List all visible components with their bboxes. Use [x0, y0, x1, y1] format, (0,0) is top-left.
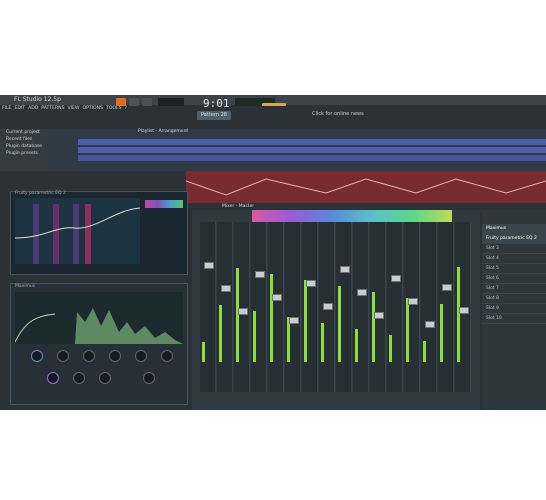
volume-fader[interactable] [238, 308, 248, 315]
knob[interactable] [47, 372, 59, 384]
pattern-selector[interactable]: Pattern 28 [197, 111, 231, 120]
playlist-clip[interactable] [78, 147, 546, 153]
maximus-plugin-name: Maximus [15, 284, 36, 289]
volume-fader[interactable] [442, 284, 452, 291]
effect-slot[interactable]: Slot 5 [482, 264, 546, 274]
volume-fader[interactable] [374, 312, 384, 319]
mixer-insert-strip[interactable] [234, 222, 250, 392]
mixer-insert-strip[interactable] [217, 222, 233, 392]
effect-slot[interactable]: Slot 8 [482, 294, 546, 304]
volume-fader[interactable] [408, 298, 418, 305]
fl-studio-window: FL Studio 12.5p FILE EDIT ADD PATTERNS V… [0, 95, 546, 410]
mixer-title: Mixer - Master [222, 204, 255, 209]
peak-meter [236, 268, 239, 362]
maximus-plugin: Maximus [10, 283, 188, 405]
volume-fader[interactable] [306, 280, 316, 287]
volume-fader[interactable] [391, 275, 401, 282]
knob[interactable] [31, 350, 43, 362]
knob[interactable] [83, 350, 95, 362]
mixer-insert-strip[interactable] [268, 222, 284, 392]
automation-clip[interactable] [185, 171, 546, 203]
parametric-eq-plugin: Fruity parametric EQ 2 [10, 191, 188, 275]
peak-meter [253, 311, 256, 362]
mixer-insert-strip[interactable] [251, 222, 267, 392]
knob[interactable] [143, 372, 155, 384]
peak-meter [440, 304, 443, 362]
mixer-insert-strip[interactable] [421, 222, 437, 392]
mixer-insert-strip[interactable] [370, 222, 386, 392]
knob[interactable] [57, 350, 69, 362]
peak-meter [457, 267, 460, 362]
mixer-insert-strip[interactable] [336, 222, 352, 392]
volume-fader[interactable] [425, 321, 435, 328]
volume-fader[interactable] [459, 307, 469, 314]
peak-meter [321, 323, 324, 362]
effects-slot-panel: Maximus Fruity parametric EQ 2 Slot 3 Sl… [482, 210, 546, 410]
volume-fader[interactable] [357, 289, 367, 296]
effect-slot[interactable]: Slot 10 [482, 314, 546, 324]
mixer-panel: Mixer - Master [192, 204, 480, 410]
online-news-text[interactable]: Click for online news [312, 111, 364, 117]
knob[interactable] [109, 350, 121, 362]
peak-meter [355, 329, 358, 362]
peak-meter [202, 342, 205, 362]
mixer-insert-colors [252, 210, 452, 222]
effect-slot[interactable]: Slot 7 [482, 284, 546, 294]
mixer-insert-strip[interactable] [302, 222, 318, 392]
knob[interactable] [73, 372, 85, 384]
mixer-insert-strip[interactable] [455, 222, 471, 392]
playlist-clip[interactable] [78, 139, 546, 145]
playlist-panel: Playlist - Arrangement [48, 129, 546, 171]
peak-meter [389, 335, 392, 362]
eq-display[interactable] [15, 198, 140, 264]
automation-curve [185, 178, 546, 196]
stop-button[interactable] [129, 98, 139, 106]
peak-meter [338, 286, 341, 362]
knob[interactable] [161, 350, 173, 362]
peak-meter [406, 298, 409, 362]
playlist-title: Playlist - Arrangement [138, 129, 189, 134]
song-position-display: 9:01 [203, 97, 230, 110]
play-button[interactable] [116, 98, 126, 106]
effect-slot[interactable]: Slot 9 [482, 304, 546, 314]
volume-fader[interactable] [272, 294, 282, 301]
mixer-insert-strip[interactable] [404, 222, 420, 392]
mixer-insert-strip[interactable] [200, 222, 216, 392]
mixer-insert-strip[interactable] [387, 222, 403, 392]
effect-slot[interactable]: Slot 3 [482, 244, 546, 254]
peak-meter [270, 274, 273, 362]
peak-meter [423, 341, 426, 362]
maximus-display[interactable] [14, 292, 183, 344]
toolbar: 9:01 Pattern 28 Click for online news [0, 95, 546, 125]
mixer-insert-strip[interactable] [438, 222, 454, 392]
eq-plugin-name: Fruity parametric EQ 2 [15, 191, 66, 196]
volume-fader[interactable] [340, 266, 350, 273]
record-button[interactable] [142, 98, 152, 106]
effect-slot[interactable]: Maximus [482, 224, 546, 234]
volume-fader[interactable] [323, 303, 333, 310]
waveform [14, 308, 183, 344]
eq-band-colors [145, 200, 183, 208]
effect-slot[interactable]: Slot 4 [482, 254, 546, 264]
mixer-insert-strip[interactable] [319, 222, 335, 392]
effect-slot[interactable]: Slot 6 [482, 274, 546, 284]
peak-meter [304, 280, 307, 362]
tempo-display[interactable] [158, 98, 184, 106]
volume-fader[interactable] [255, 271, 265, 278]
mixer-insert-strip[interactable] [285, 222, 301, 392]
volume-fader[interactable] [204, 262, 214, 269]
effect-slot[interactable]: Fruity parametric EQ 2 [482, 234, 546, 244]
eq-curve [15, 207, 140, 239]
knob[interactable] [135, 350, 147, 362]
volume-fader[interactable] [289, 317, 299, 324]
volume-fader[interactable] [221, 285, 231, 292]
knob[interactable] [99, 372, 111, 384]
playlist-clip[interactable] [78, 155, 546, 161]
peak-meter [219, 305, 222, 362]
peak-meter [372, 292, 375, 362]
mixer-insert-strip[interactable] [353, 222, 369, 392]
level-meter [262, 103, 286, 106]
